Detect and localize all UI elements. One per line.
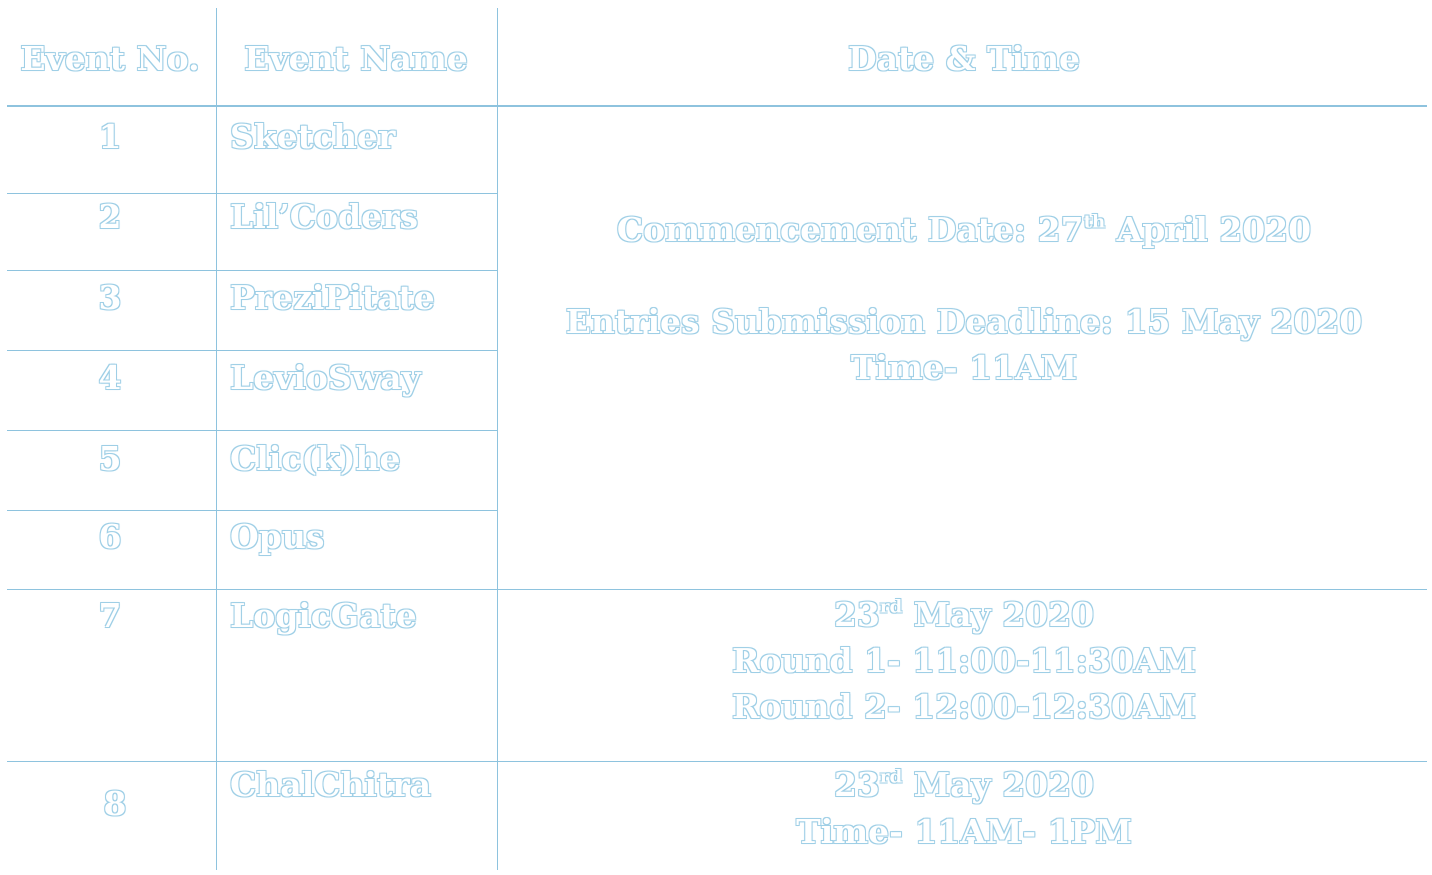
event-no-2: 2 (98, 197, 122, 236)
row-rule-4 (7, 430, 497, 431)
header-event-name: Event Name (244, 39, 468, 78)
chalchitra-date-month: May 2020 (902, 765, 1095, 804)
event-no-4: 4 (98, 358, 122, 397)
col-divider-1 (216, 8, 217, 870)
chalchitra-date-ordinal: rd (879, 766, 903, 788)
row-rule-1 (7, 193, 497, 194)
event-name-3: PreziPitate (230, 278, 435, 317)
chalchitra-date-day: 23 (833, 765, 880, 804)
logicgate-round-2: Round 2- 12:00-12:30AM (731, 687, 1197, 726)
logicgate-date-day: 23 (833, 595, 880, 634)
commencement-date-month: April 2020 (1105, 210, 1312, 249)
logicgate-date-month: May 2020 (902, 595, 1095, 634)
commencement-date-suffix-ordinal: th (1083, 211, 1106, 233)
row-rule-3 (7, 350, 497, 351)
group1-time: Time- 11AM (850, 348, 1078, 387)
event-name-8: ChalChitra (230, 765, 431, 804)
event-name-7: LogicGate (230, 596, 417, 635)
header-date-time: Date & Time (847, 39, 1081, 78)
row-rule-6 (7, 589, 1427, 590)
submission-deadline: Entries Submission Deadline: 15 May 2020 (565, 302, 1363, 341)
row-rule-2 (7, 270, 497, 271)
event-no-7: 7 (98, 596, 122, 635)
event-name-1: Sketcher (230, 117, 396, 156)
event-no-6: 6 (98, 517, 122, 556)
commencement-date: Commencement Date: 27th April 2020 (617, 213, 1311, 246)
event-name-5: Clic(k)he (230, 439, 401, 478)
chalchitra-time: Time- 11AM- 1PM (796, 812, 1132, 851)
event-name-2: Lil’Coders (230, 197, 419, 236)
event-name-6: Opus (230, 517, 325, 556)
event-name-4: LevioSway (230, 358, 421, 397)
commencement-date-prefix: Commencement Date: 27 (616, 210, 1084, 249)
event-no-3: 3 (98, 278, 122, 317)
event-no-5: 5 (98, 439, 122, 478)
row-rule-5 (7, 510, 497, 511)
logicgate-date: 23rd May 2020 (834, 598, 1094, 631)
row-rule-7 (7, 761, 1427, 762)
header-event-no: Event No. (20, 39, 200, 78)
header-rule (7, 105, 1427, 107)
event-no-8: 8 (103, 784, 127, 823)
col-divider-2 (497, 8, 498, 870)
event-no-1: 1 (98, 117, 122, 156)
chalchitra-date: 23rd May 2020 (834, 768, 1094, 801)
logicgate-round-1: Round 1- 11:00-11:30AM (731, 641, 1197, 680)
logicgate-date-ordinal: rd (879, 596, 903, 618)
